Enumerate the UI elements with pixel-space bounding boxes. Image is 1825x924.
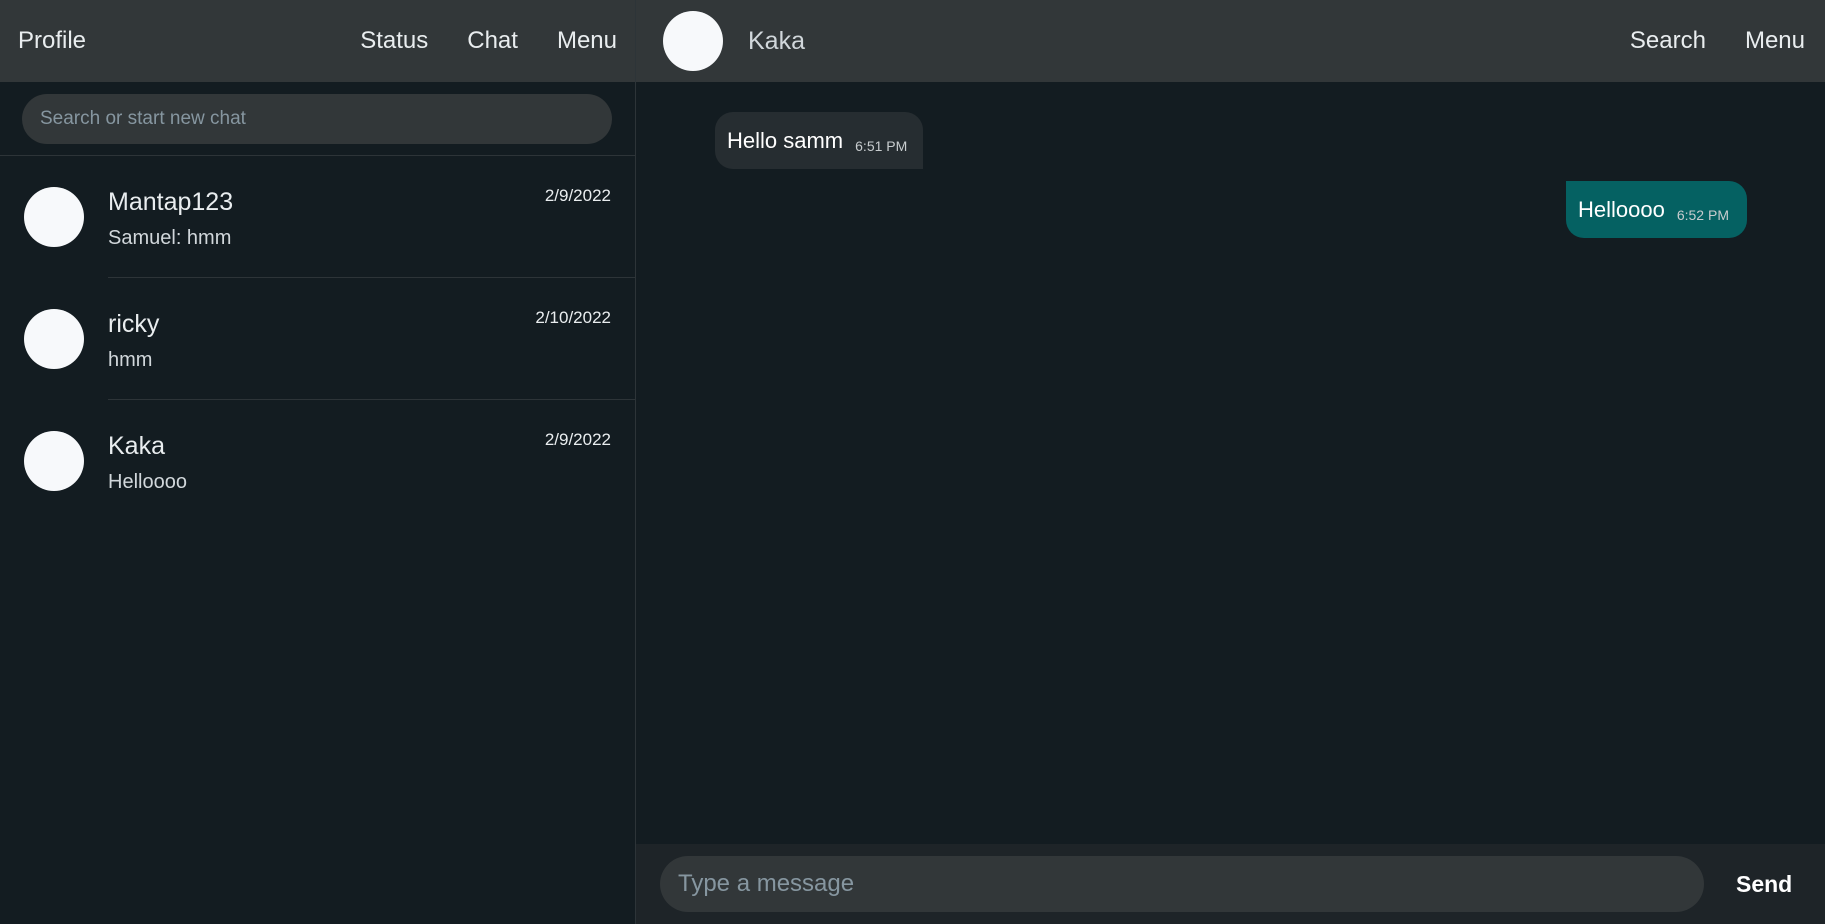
- avatar: [24, 187, 84, 247]
- conversation-menu-button[interactable]: Menu: [1745, 27, 1805, 55]
- sidebar: Profile Status Chat Menu Mantap123 Samue…: [0, 0, 636, 924]
- conversation-pane: Kaka Search Menu Hello samm 6:51 PM Hell…: [636, 0, 1825, 924]
- message-composer: Send: [636, 844, 1825, 924]
- message-time: 6:52 PM: [1676, 206, 1729, 223]
- message-text: Hello samm: [727, 127, 844, 153]
- chat-list-item[interactable]: Kaka Helloooo 2/9/2022: [0, 400, 635, 522]
- contact-name[interactable]: Kaka: [748, 27, 805, 56]
- chat-list-item[interactable]: Mantap123 Samuel: hmm 2/9/2022: [0, 156, 635, 278]
- sidebar-menu-button[interactable]: Menu: [557, 27, 617, 55]
- chat-button[interactable]: Chat: [467, 27, 518, 55]
- chat-list-item[interactable]: ricky hmm 2/10/2022: [0, 278, 635, 400]
- chat-preview: Helloooo: [108, 471, 187, 493]
- message-text: Helloooo: [1578, 196, 1665, 222]
- search-bar: [0, 93, 635, 156]
- status-button[interactable]: Status: [360, 27, 428, 55]
- contact-avatar[interactable]: [663, 11, 723, 71]
- sidebar-header: Profile Status Chat Menu: [0, 0, 635, 82]
- search-input[interactable]: [22, 93, 612, 144]
- avatar: [24, 431, 84, 491]
- message-area: Hello samm 6:51 PM Helloooo 6:52 PM: [636, 82, 1825, 844]
- search-messages-button[interactable]: Search: [1630, 27, 1706, 55]
- incoming-message: Hello samm 6:51 PM: [715, 112, 923, 169]
- chat-preview: Samuel: hmm: [108, 227, 232, 249]
- chat-app: Profile Status Chat Menu Mantap123 Samue…: [0, 0, 1825, 924]
- message-time: 6:51 PM: [855, 137, 908, 154]
- conversation-header: Kaka Search Menu: [636, 0, 1825, 82]
- outgoing-message: Helloooo 6:52 PM: [1566, 181, 1747, 238]
- send-button[interactable]: Send: [1736, 871, 1792, 898]
- profile-button[interactable]: Profile: [18, 27, 86, 55]
- chat-date: 2/9/2022: [544, 186, 611, 205]
- chat-preview: hmm: [108, 349, 153, 371]
- chat-list: Mantap123 Samuel: hmm 2/9/2022 ricky hmm…: [0, 156, 635, 522]
- chat-date: 2/10/2022: [535, 308, 611, 327]
- avatar: [24, 309, 84, 369]
- chat-date: 2/9/2022: [544, 430, 611, 449]
- message-input[interactable]: [660, 856, 1704, 912]
